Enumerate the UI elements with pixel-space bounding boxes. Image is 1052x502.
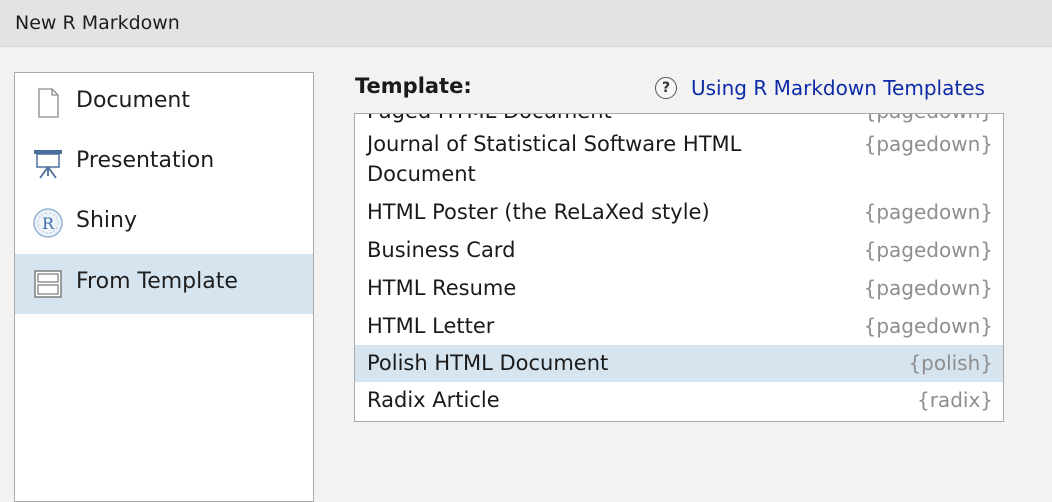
sidebar-item-document[interactable]: Document [15,73,313,133]
template-package: {pagedown} [863,132,993,156]
sidebar-item-label: From Template [76,269,238,294]
presentation-icon [31,146,65,180]
sidebar-item-label: Shiny [76,208,137,233]
template-package: {polish} [908,351,993,375]
sidebar-item-presentation[interactable]: Presentation [15,133,313,193]
help-icon[interactable]: ? [655,77,677,99]
template-name-continued: Document [367,162,476,186]
using-templates-help-link[interactable]: ? Using R Markdown Templates [655,75,985,101]
template-name: Paged HTML Document [367,114,612,126]
list-item[interactable]: HTML Resume {pagedown} [355,272,1003,310]
template-package: {pagedown} [864,114,993,126]
window-title: New R Markdown [15,12,180,34]
template-package: {pagedown} [863,238,993,262]
template-package: {pagedown} [863,276,993,300]
list-item[interactable]: Paged HTML Document {pagedown} [355,114,1003,126]
template-package: {pagedown} [863,200,993,224]
sidebar-item-label: Document [76,88,190,113]
template-name: Business Card [367,238,516,262]
sidebar-item-shiny[interactable]: R Shiny [15,193,313,253]
list-item-selected[interactable]: Polish HTML Document {polish} [355,345,1003,382]
shiny-icon: R [31,206,65,240]
document-icon [31,86,65,120]
sidebar-item-label: Presentation [76,148,215,173]
template-name: HTML Poster (the ReLaXed style) [367,200,710,224]
format-sidebar: Document Presentation R Shiny From Templ… [14,72,314,502]
template-name: HTML Resume [367,276,517,300]
list-item[interactable]: Journal of Statistical Software HTML Doc… [355,128,1003,188]
template-package: {pagedown} [863,314,993,338]
list-item[interactable]: HTML Letter {pagedown} [355,310,1003,348]
template-package: {radix} [916,388,993,412]
help-link-text[interactable]: Using R Markdown Templates [691,76,985,100]
template-list[interactable]: Paged HTML Document {pagedown} Journal o… [354,113,1004,422]
svg-text:R: R [42,214,55,233]
template-name: Radix Article [367,388,500,412]
list-item[interactable]: HTML Poster (the ReLaXed style) {pagedow… [355,196,1003,234]
sidebar-item-from-template[interactable]: From Template [15,254,313,314]
list-item[interactable]: Business Card {pagedown} [355,234,1003,272]
list-item[interactable]: Radix Article {radix} [355,384,1003,421]
template-name: HTML Letter [367,314,495,338]
template-heading: Template: [355,74,472,98]
template-name: Journal of Statistical Software HTML [367,132,742,156]
template-name: Polish HTML Document [367,351,609,375]
title-bar: New R Markdown [0,0,1052,47]
template-icon [31,267,65,301]
